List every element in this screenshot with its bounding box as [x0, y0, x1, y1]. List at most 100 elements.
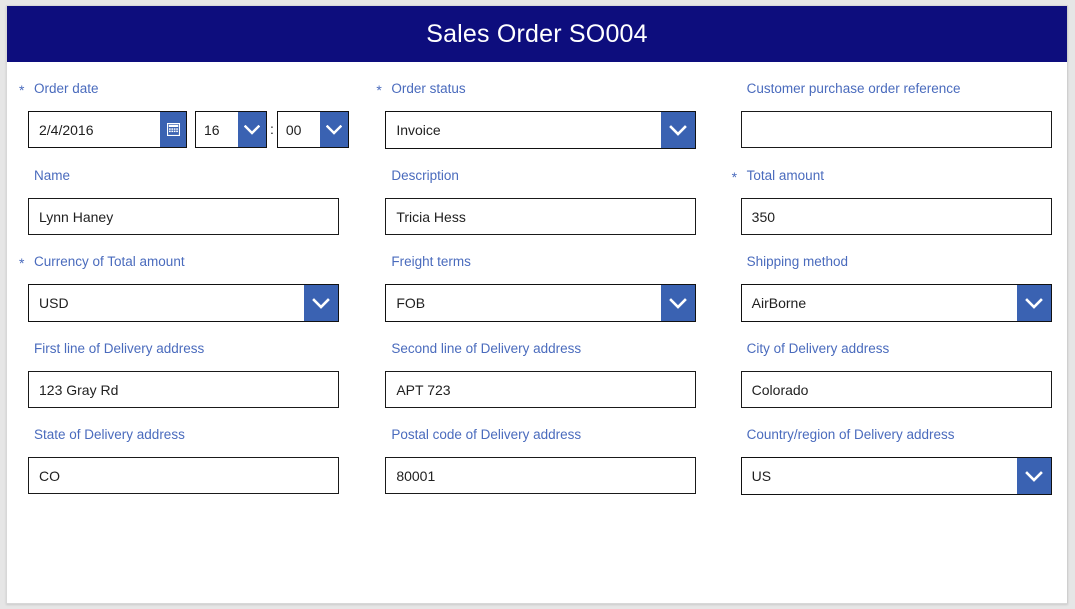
label-text: City of Delivery address: [746, 341, 890, 356]
label-text: First line of Delivery address: [34, 341, 205, 356]
label-order-date: * Order date: [19, 81, 364, 98]
form-row: State of Delivery address CO Postal code…: [7, 408, 1067, 495]
chevron-down-icon[interactable]: [304, 285, 338, 321]
label-text: Order date: [34, 81, 99, 96]
label-freight-terms: Freight terms: [385, 254, 719, 270]
time-separator: :: [270, 121, 274, 137]
app-root: Sales Order SO004 * Order date 2/4/2016: [0, 0, 1075, 609]
label-text: Country/region of Delivery address: [746, 427, 955, 442]
state-input[interactable]: CO: [28, 457, 339, 494]
shipping-method-select-value[interactable]: AirBorne: [742, 285, 1017, 321]
total-amount-input[interactable]: 350: [740, 198, 1052, 235]
description-input[interactable]: Tricia Hess: [385, 198, 697, 235]
control-postal-code-of-delivery-address: 80001: [385, 457, 719, 494]
required-asterisk-icon: *: [19, 82, 25, 98]
label-text: Postal code of Delivery address: [391, 427, 582, 442]
chevron-down-icon[interactable]: [661, 112, 696, 148]
control-customer-purchase-order-reference: [740, 111, 1067, 148]
name-input[interactable]: Lynn Haney: [28, 198, 339, 235]
sales-order-form: * Order date 2/4/2016 16: 00 * Order st…: [7, 62, 1067, 495]
second-line-address-input[interactable]: APT 723: [385, 371, 697, 408]
control-currency-of-total-amount: USD: [28, 284, 364, 322]
sales-order-card: Sales Order SO004 * Order date 2/4/2016: [6, 5, 1068, 604]
hour-select-value[interactable]: 16: [196, 112, 238, 147]
field-state-of-delivery-address: State of Delivery address CO: [7, 408, 364, 495]
control-first-line-of-delivery-address: 123 Gray Rd: [28, 371, 364, 408]
shipping-method-select[interactable]: AirBorne: [740, 284, 1052, 322]
chevron-down-icon[interactable]: [1016, 285, 1051, 321]
label-total-amount: * Total amount: [732, 168, 1067, 185]
label-order-status: * Order status: [376, 81, 719, 98]
order-status-select[interactable]: Invoice: [385, 111, 697, 149]
country-region-select-value[interactable]: US: [742, 458, 1017, 494]
field-currency-of-total-amount: * Currency of Total amount USD: [7, 235, 364, 322]
control-freight-terms: FOB: [385, 284, 719, 322]
control-second-line-of-delivery-address: APT 723: [385, 371, 719, 408]
field-total-amount: * Total amount 350: [720, 149, 1067, 235]
label-city-of-delivery-address: City of Delivery address: [741, 341, 1067, 357]
minute-select-value[interactable]: 00: [278, 112, 320, 147]
label-customer-purchase-order-reference: Customer purchase order reference: [741, 81, 1067, 97]
field-order-date: * Order date 2/4/2016 16: 00: [7, 62, 364, 149]
form-row: * Order date 2/4/2016 16: 00 * Order st…: [7, 62, 1067, 149]
minute-select[interactable]: 00: [276, 111, 349, 148]
label-name: Name: [28, 168, 364, 184]
control-description: Tricia Hess: [385, 198, 719, 235]
field-shipping-method: Shipping method AirBorne: [720, 235, 1067, 322]
label-text: Shipping method: [746, 254, 848, 269]
required-asterisk-icon: *: [376, 82, 382, 98]
field-postal-code-of-delivery-address: Postal code of Delivery address 80001: [364, 408, 719, 495]
title-bar: Sales Order SO004: [7, 6, 1067, 62]
chevron-down-icon[interactable]: [1016, 458, 1051, 494]
control-country-region-of-delivery-address: US: [740, 457, 1067, 495]
chevron-down-icon[interactable]: [661, 285, 696, 321]
currency-select[interactable]: USD: [28, 284, 339, 322]
control-order-status: Invoice: [385, 111, 719, 149]
city-input[interactable]: Colorado: [740, 371, 1052, 408]
date-input[interactable]: 2/4/2016: [28, 111, 187, 148]
label-description: Description: [385, 168, 719, 184]
label-text: Description: [391, 168, 459, 183]
control-name: Lynn Haney: [28, 198, 364, 235]
order-status-select-value[interactable]: Invoice: [386, 112, 661, 148]
control-state-of-delivery-address: CO: [28, 457, 364, 494]
label-currency-of-total-amount: * Currency of Total amount: [19, 254, 364, 271]
field-description: Description Tricia Hess: [364, 149, 719, 235]
label-text: Freight terms: [391, 254, 471, 269]
form-row: * Currency of Total amount USD Freight t…: [7, 235, 1067, 322]
label-text: Customer purchase order reference: [746, 81, 961, 96]
control-order-date: 2/4/2016 16: 00: [28, 111, 364, 148]
currency-select-value[interactable]: USD: [29, 285, 304, 321]
control-shipping-method: AirBorne: [740, 284, 1067, 322]
first-line-address-input[interactable]: 123 Gray Rd: [28, 371, 339, 408]
customer-purchase-order-reference-input[interactable]: [740, 111, 1052, 148]
form-row: First line of Delivery address 123 Gray …: [7, 322, 1067, 408]
postal-code-input[interactable]: 80001: [385, 457, 697, 494]
date-input-value[interactable]: 2/4/2016: [29, 112, 160, 147]
country-region-select[interactable]: US: [740, 457, 1052, 495]
chevron-down-icon[interactable]: [238, 112, 266, 147]
label-text: State of Delivery address: [34, 427, 185, 442]
freight-terms-select[interactable]: FOB: [385, 284, 697, 322]
label-text: Currency of Total amount: [34, 254, 185, 269]
label-text: Second line of Delivery address: [391, 341, 582, 356]
label-second-line-of-delivery-address: Second line of Delivery address: [385, 341, 719, 357]
field-country-region-of-delivery-address: Country/region of Delivery address US: [720, 408, 1067, 495]
field-first-line-of-delivery-address: First line of Delivery address 123 Gray …: [7, 322, 364, 408]
hour-select[interactable]: 16: [195, 111, 267, 148]
control-city-of-delivery-address: Colorado: [740, 371, 1067, 408]
chevron-down-icon[interactable]: [319, 112, 348, 147]
required-asterisk-icon: *: [19, 255, 25, 271]
freight-terms-select-value[interactable]: FOB: [386, 285, 661, 321]
required-asterisk-icon: *: [731, 169, 738, 185]
field-freight-terms: Freight terms FOB: [364, 235, 719, 322]
field-order-status: * Order status Invoice: [364, 62, 719, 149]
calendar-icon[interactable]: [160, 112, 186, 147]
label-first-line-of-delivery-address: First line of Delivery address: [28, 341, 364, 357]
page-title: Sales Order SO004: [426, 19, 648, 48]
control-total-amount: 350: [740, 198, 1067, 235]
field-second-line-of-delivery-address: Second line of Delivery address APT 723: [364, 322, 719, 408]
label-text: Order status: [391, 81, 466, 96]
label-text: Total amount: [746, 168, 824, 183]
label-country-region-of-delivery-address: Country/region of Delivery address: [741, 427, 1067, 443]
